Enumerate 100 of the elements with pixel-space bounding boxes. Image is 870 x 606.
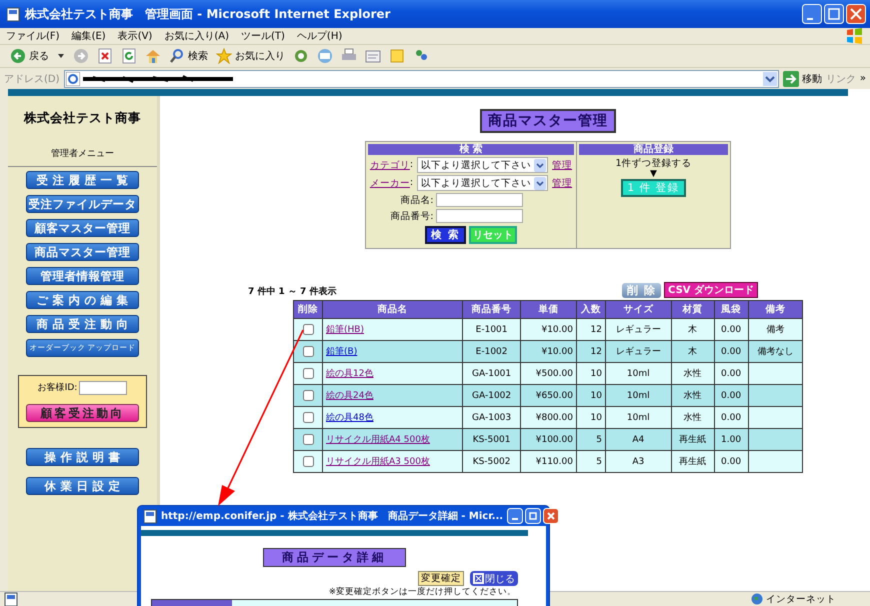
delete-checkbox[interactable] bbox=[302, 412, 314, 423]
menu-item[interactable]: ヘルプ(H) bbox=[296, 29, 342, 43]
page-icon bbox=[6, 6, 20, 22]
sidebar-button[interactable]: 受注ファイルデータ bbox=[26, 195, 139, 213]
menu-item[interactable]: ファイル(F) bbox=[6, 29, 60, 43]
result-count: 7 件中 1 ～ 7 件表示 bbox=[248, 285, 336, 298]
dropdown-caret-icon[interactable] bbox=[57, 52, 65, 60]
column-header: 商品名 bbox=[322, 300, 462, 318]
address-field[interactable] bbox=[64, 70, 779, 88]
delete-checkbox[interactable] bbox=[302, 456, 314, 467]
delete-checkbox[interactable] bbox=[302, 390, 314, 401]
delete-checkbox[interactable] bbox=[302, 368, 314, 379]
customer-id-field[interactable] bbox=[79, 380, 128, 395]
close-button[interactable] bbox=[846, 4, 866, 24]
panel-header: 商品登録 bbox=[579, 144, 728, 155]
field-label: 商品名: bbox=[399, 194, 434, 206]
home-icon[interactable] bbox=[145, 48, 161, 64]
windows-flag-icon bbox=[845, 27, 864, 45]
table-cell: ¥110.00 bbox=[520, 450, 576, 472]
maximize-button[interactable] bbox=[824, 4, 844, 24]
csv-download-button[interactable]: CSV ダウンロード bbox=[664, 282, 758, 298]
address-label: アドレス(D) bbox=[4, 72, 60, 86]
favorites-button[interactable]: お気に入り bbox=[216, 48, 285, 64]
filter-link[interactable]: メーカー bbox=[370, 176, 410, 190]
search-icon bbox=[169, 48, 185, 64]
input-field[interactable] bbox=[436, 193, 522, 207]
sidebar-button[interactable]: 管理者情報管理 bbox=[26, 267, 139, 285]
down-arrow-icon: ▼ bbox=[650, 170, 657, 179]
column-header: 単価 bbox=[520, 300, 576, 318]
more-chevron[interactable]: » bbox=[860, 73, 866, 84]
window-title: http://emp.conifer.jp - 株式会社テスト商事 商品データ詳細 - Micr... bbox=[161, 509, 504, 523]
window-title: 株式会社テスト商事 管理画面 - Microsoft Internet Explorer bbox=[25, 6, 392, 22]
go-button[interactable]: 移動 bbox=[782, 70, 822, 86]
product-link[interactable]: 絵の具12色 bbox=[326, 369, 374, 379]
delete-checkbox[interactable] bbox=[302, 346, 314, 357]
back-button[interactable]: 戻る bbox=[10, 48, 49, 64]
sidebar-button[interactable]: 休 業 日 設 定 bbox=[26, 477, 139, 495]
manage-link[interactable]: 管理 bbox=[552, 158, 572, 172]
menu-item[interactable]: ツール(T) bbox=[241, 29, 285, 43]
table-cell: A3 bbox=[605, 450, 672, 472]
globe-icon bbox=[751, 593, 763, 605]
manage-link[interactable]: 管理 bbox=[552, 176, 572, 190]
customer-orders-button[interactable]: 顧客受注動向 bbox=[26, 404, 139, 422]
column-header: 商品番号 bbox=[462, 300, 521, 318]
sidebar-button[interactable]: 商品マスター管理 bbox=[26, 243, 139, 261]
field-label: 商品番号: bbox=[390, 210, 434, 222]
edit-icon[interactable] bbox=[365, 48, 381, 64]
colon-label: : bbox=[410, 176, 414, 190]
menu-label: 管理者メニュー bbox=[51, 148, 114, 160]
zone-label: インターネット bbox=[766, 592, 836, 606]
search-button[interactable]: 検索 bbox=[169, 48, 208, 64]
close-window-button[interactable]: 閉じる bbox=[470, 571, 518, 586]
sidebar-button[interactable]: 受 注 履 歴 一 覧 bbox=[26, 171, 139, 189]
delete-checkbox[interactable] bbox=[302, 324, 314, 335]
star-icon bbox=[216, 48, 232, 64]
go-arrow-icon bbox=[782, 70, 799, 86]
media-icon[interactable] bbox=[293, 48, 309, 64]
column-header: 材質 bbox=[671, 300, 714, 318]
select-dropdown[interactable]: 以下より選択して下さい bbox=[417, 175, 548, 191]
delete-checkbox[interactable] bbox=[302, 434, 314, 445]
sidebar-button[interactable]: 操 作 説 明 書 bbox=[26, 448, 139, 466]
sidebar-button[interactable]: 商 品 受 注 動 向 bbox=[26, 315, 139, 333]
column-header: 風袋 bbox=[714, 300, 748, 318]
stop-icon[interactable] bbox=[97, 48, 113, 64]
table-cell: 0.00 bbox=[714, 450, 748, 472]
column-header: 削除 bbox=[294, 300, 323, 318]
colon-label: : bbox=[410, 158, 414, 172]
select-dropdown[interactable]: 以下より選択して下さい bbox=[417, 157, 548, 173]
close-button[interactable] bbox=[543, 508, 560, 524]
close-box-icon bbox=[473, 573, 484, 584]
table-cell: 再生紙 bbox=[671, 450, 714, 472]
menu-item[interactable]: 編集(E) bbox=[72, 29, 106, 43]
minimize-button[interactable] bbox=[507, 508, 524, 524]
input-field[interactable] bbox=[436, 209, 522, 223]
register-note: 1件ずつ登録する bbox=[615, 157, 692, 170]
page-heading: 商品マスター管理 bbox=[480, 109, 616, 133]
product-link[interactable]: 鉛筆(B) bbox=[326, 347, 358, 357]
menu-item[interactable]: お気に入り(A) bbox=[164, 29, 229, 43]
table-cell: 5 bbox=[576, 450, 606, 472]
column-header: サイズ bbox=[605, 300, 672, 318]
filter-link[interactable]: カテゴリ bbox=[370, 158, 410, 172]
confirm-button[interactable]: 変更確定 bbox=[418, 571, 464, 586]
instruction-note: ※変更確定ボタンは一度だけ押してください。 bbox=[328, 586, 516, 598]
panel-header: 検 索 bbox=[368, 144, 574, 155]
minimize-button[interactable] bbox=[802, 4, 822, 24]
sidebar-button[interactable]: ご 案 内 の 編 集 bbox=[26, 291, 139, 309]
menu-item[interactable]: 表示(V) bbox=[118, 29, 152, 43]
column-header: 備考 bbox=[748, 300, 802, 318]
customer-id-label: お客様ID: bbox=[38, 382, 78, 394]
company-name: 株式会社テスト商事 bbox=[24, 110, 141, 127]
sidebar-button[interactable]: 顧客マスター管理 bbox=[26, 219, 139, 237]
search-button[interactable]: 検 索 bbox=[425, 226, 466, 244]
table-cell: KS-5002 bbox=[462, 450, 521, 472]
product-link[interactable]: 絵の具24色 bbox=[326, 391, 374, 401]
mail-icon[interactable] bbox=[317, 48, 333, 64]
column-header: 入数 bbox=[576, 300, 606, 318]
product-link[interactable]: 鉛筆(HB) bbox=[326, 325, 364, 335]
product-link[interactable]: 絵の具48色 bbox=[326, 413, 374, 423]
maximize-button[interactable] bbox=[525, 508, 542, 524]
refresh-icon[interactable] bbox=[121, 48, 137, 64]
